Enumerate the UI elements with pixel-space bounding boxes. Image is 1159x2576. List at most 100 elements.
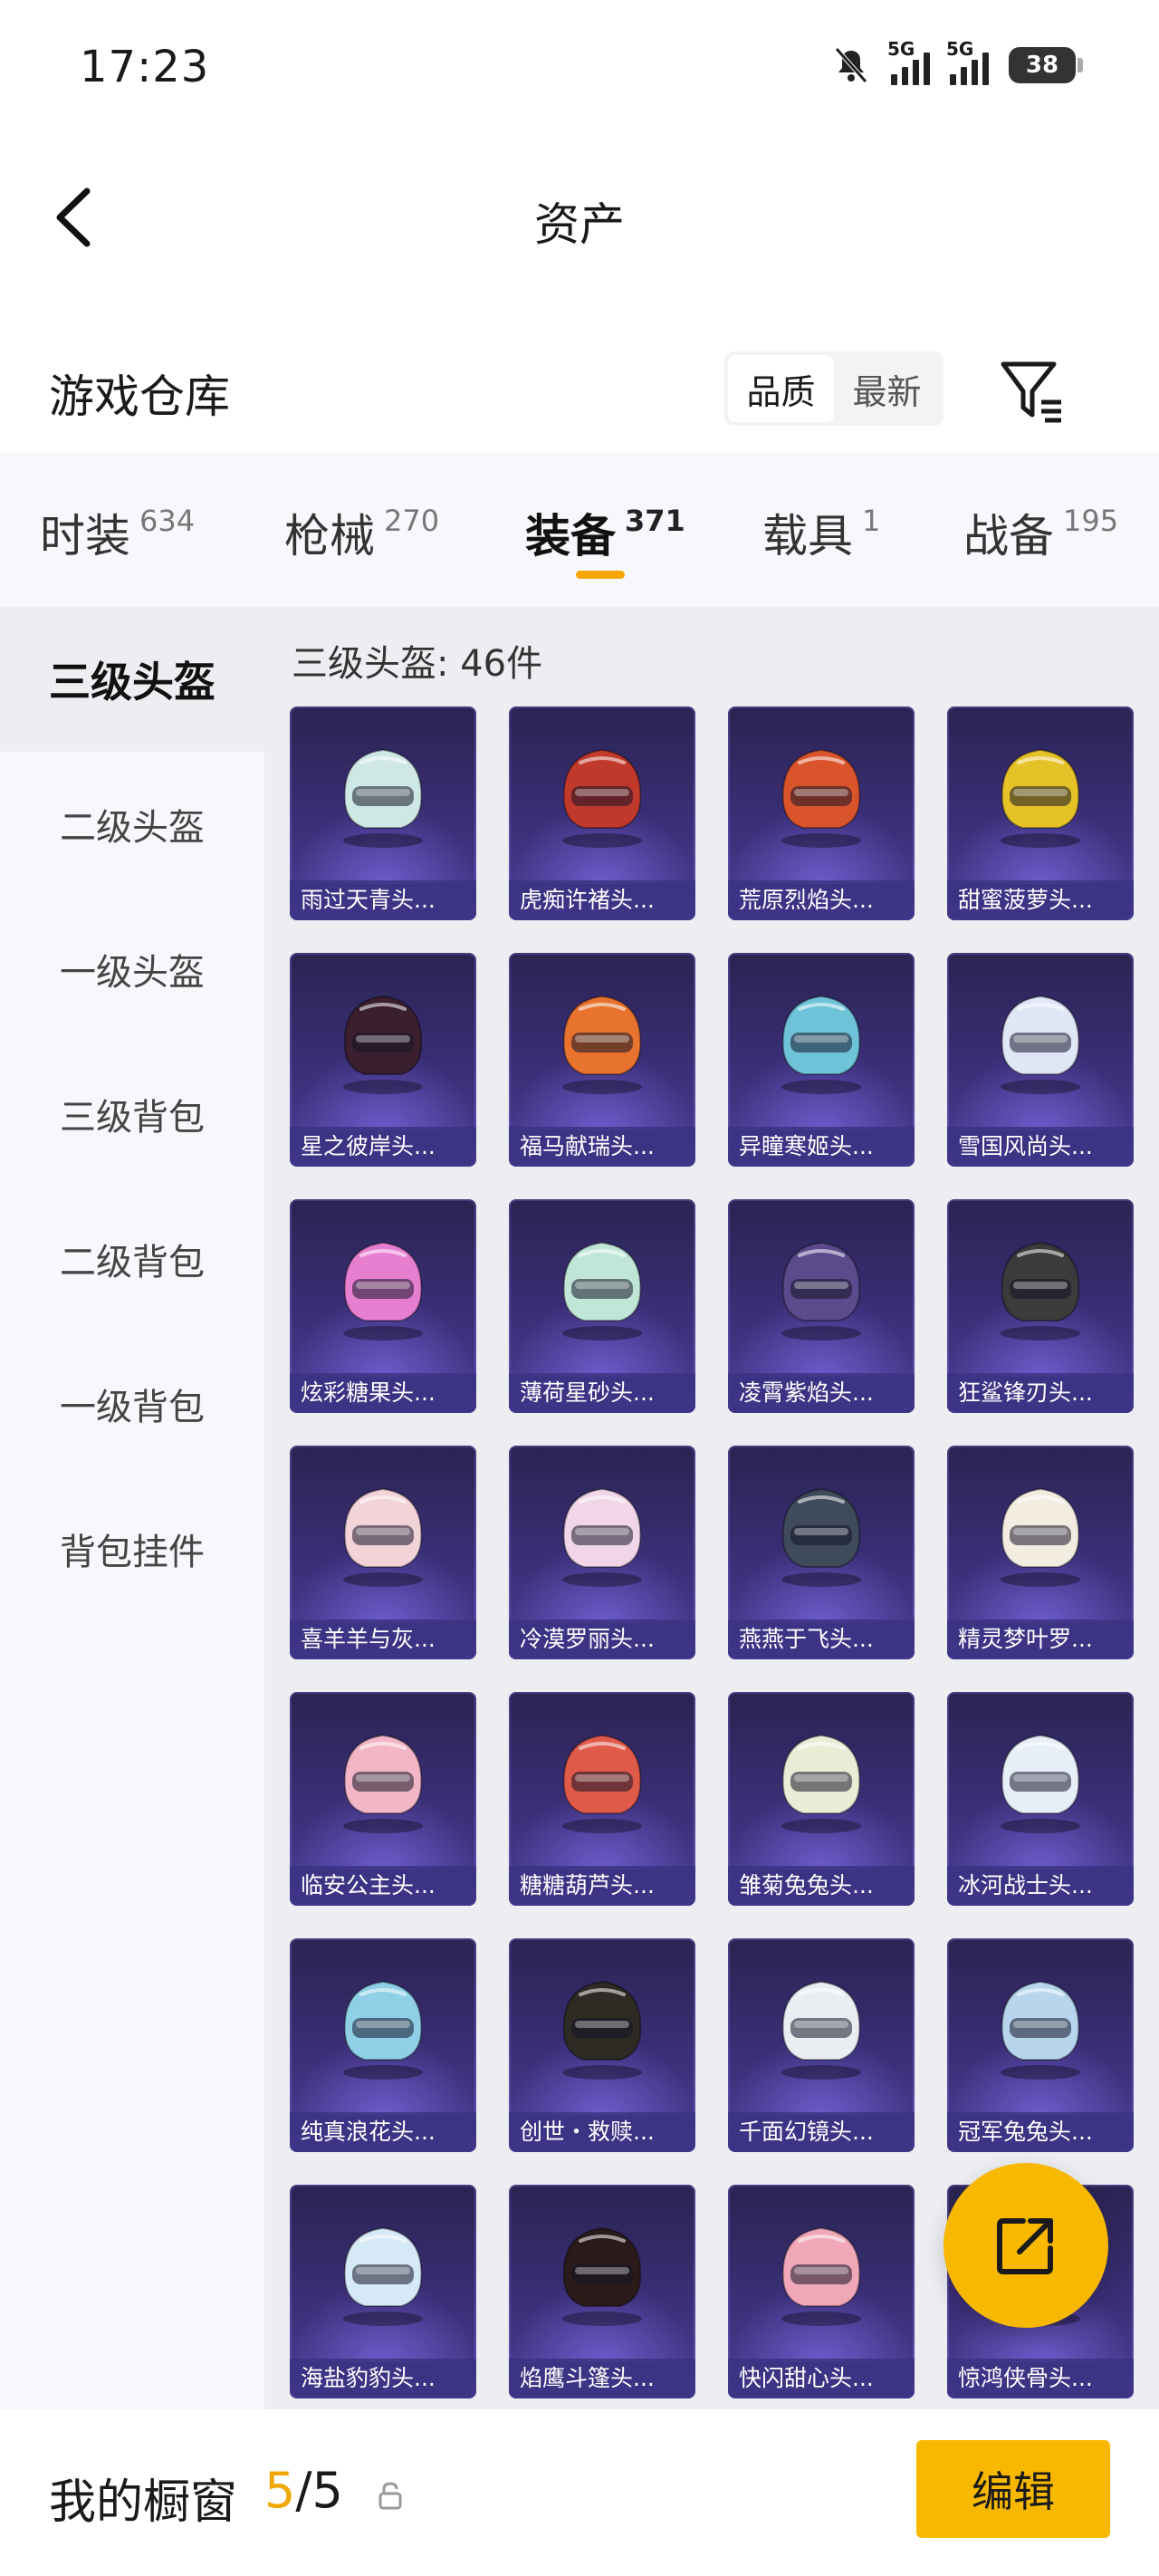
sidebar-item-backpack-charm[interactable]: 背包挂件 (0, 1476, 264, 1621)
sidebar-item-level3-helmet[interactable]: 三级头盔 (0, 607, 264, 752)
item-card[interactable]: 冠军兔兔头... (947, 1938, 1134, 2152)
item-card[interactable]: 创世・救赎... (509, 1938, 695, 2152)
item-name: 糖糖葫芦头... (509, 1866, 695, 1906)
item-card[interactable]: 冷漠罗丽头... (509, 1446, 695, 1659)
helmet-icon (781, 2226, 861, 2326)
sidebar-item-level2-helmet[interactable]: 二级头盔 (0, 752, 264, 897)
tab-label: 时装 (40, 510, 130, 562)
helmet-icon (1001, 1241, 1080, 1341)
item-name: 冠军兔兔头... (947, 2112, 1134, 2152)
status-time: 17:23 (80, 42, 210, 92)
helmet-icon (1001, 1734, 1080, 1833)
helmet-icon (781, 1241, 861, 1341)
showcase-total: /5 (295, 2462, 343, 2519)
tab-vehicles[interactable]: 载具 1 (762, 500, 880, 565)
item-card[interactable]: 凌霄紫焰头... (728, 1199, 915, 1413)
tab-count: 270 (384, 504, 440, 538)
helmet-icon (562, 1734, 642, 1833)
share-button[interactable] (943, 2163, 1108, 2328)
item-card[interactable]: 千面幻镜头... (728, 1938, 915, 2152)
tab-count: 634 (139, 504, 196, 538)
helmet-icon (781, 1980, 861, 2080)
sort-option-quality[interactable]: 品质 (728, 355, 834, 422)
sort-toggle: 品质 最新 (724, 351, 943, 426)
tab-supplies[interactable]: 战备 195 (963, 500, 1118, 565)
helmet-icon (343, 1734, 423, 1833)
showcase-label: 我的橱窗 (49, 2475, 238, 2530)
filter-button[interactable] (996, 355, 1068, 428)
tab-weapons[interactable]: 枪械 270 (284, 500, 439, 565)
category-tabs: 时装 634 枪械 270 装备 371 载具 1 战备 195 (0, 453, 1159, 607)
helmet-icon (562, 748, 642, 848)
item-name: 快闪甜心头... (728, 2359, 915, 2398)
item-name: 甜蜜菠萝头... (947, 880, 1134, 920)
item-card[interactable]: 荒原烈焰头... (728, 706, 915, 920)
item-card[interactable]: 雨过天青头... (290, 706, 476, 920)
item-card[interactable]: 雪国风尚头... (947, 953, 1134, 1167)
showcase-current: 5 (264, 2462, 296, 2519)
helmet-icon (781, 1487, 861, 1587)
helmet-icon (1001, 748, 1080, 848)
item-name: 惊鸿侠骨头... (947, 2359, 1134, 2398)
nav-header: 资产 (0, 145, 1159, 290)
helmet-icon (562, 1241, 642, 1341)
sidebar-item-level2-backpack[interactable]: 二级背包 (0, 1187, 264, 1331)
item-card[interactable]: 雏菊兔兔头... (728, 1692, 915, 1906)
helmet-icon (1001, 1487, 1080, 1587)
tab-count: 1 (862, 504, 881, 538)
share-icon (997, 2218, 1053, 2274)
sidebar-item-level1-helmet[interactable]: 一级头盔 (0, 897, 264, 1042)
item-name: 纯真浪花头... (290, 2112, 476, 2152)
item-name: 海盐豹豹头... (290, 2359, 476, 2398)
battery-icon: 38 (1009, 47, 1083, 83)
sidebar-item-level1-backpack[interactable]: 一级背包 (0, 1331, 264, 1476)
item-card[interactable]: 狂鲨锋刃头... (947, 1199, 1134, 1413)
tab-fashion[interactable]: 时装 634 (40, 500, 195, 565)
item-card[interactable]: 糖糖葫芦头... (509, 1692, 695, 1906)
item-card[interactable]: 临安公主头... (290, 1692, 476, 1906)
tab-label: 装备 (525, 510, 616, 562)
item-name: 雪国风尚头... (947, 1127, 1134, 1167)
item-card[interactable]: 虎痴许褚头... (509, 706, 695, 920)
sort-option-newest[interactable]: 最新 (834, 355, 940, 422)
tab-count: 195 (1063, 504, 1119, 538)
helmet-icon (562, 2226, 642, 2326)
helmet-icon (343, 2226, 423, 2326)
item-name: 精灵梦叶罗... (947, 1620, 1134, 1659)
item-name: 雏菊兔兔头... (728, 1866, 915, 1906)
item-card[interactable]: 焰鹰斗篷头... (509, 2185, 695, 2398)
item-card[interactable]: 福马献瑞头... (509, 953, 695, 1167)
item-name: 焰鹰斗篷头... (509, 2359, 695, 2398)
item-card[interactable]: 薄荷星砂头... (509, 1199, 695, 1413)
item-card[interactable]: 纯真浪花头... (290, 1938, 476, 2152)
tab-label: 载具 (762, 510, 853, 562)
status-bar: 17:23 5G 5G 38 (0, 0, 1159, 145)
item-card[interactable]: 燕燕于飞头... (728, 1446, 915, 1659)
item-name: 冷漠罗丽头... (509, 1620, 695, 1659)
item-name: 异瞳寒姬头... (728, 1127, 915, 1167)
helmet-icon (343, 995, 423, 1094)
item-card[interactable]: 甜蜜菠萝头... (947, 706, 1134, 920)
item-card[interactable]: 海盐豹豹头... (290, 2185, 476, 2398)
filter-icon (1001, 361, 1061, 423)
page-title: 资产 (534, 198, 625, 251)
sidebar-item-level3-backpack[interactable]: 三级背包 (0, 1042, 264, 1187)
tab-label: 战备 (963, 510, 1054, 562)
item-name: 福马献瑞头... (509, 1127, 695, 1167)
item-name: 临安公主头... (290, 1866, 476, 1906)
item-card[interactable]: 冰河战士头... (947, 1692, 1134, 1906)
helmet-icon (562, 1980, 642, 2080)
item-card[interactable]: 炫彩糖果头... (290, 1199, 476, 1413)
edit-button[interactable]: 编辑 (916, 2440, 1110, 2538)
item-card[interactable]: 快闪甜心头... (728, 2185, 915, 2398)
item-card[interactable]: 异瞳寒姬头... (728, 953, 915, 1167)
helmet-icon (1001, 1980, 1080, 2080)
item-name: 燕燕于飞头... (728, 1620, 915, 1659)
item-card[interactable]: 精灵梦叶罗... (947, 1446, 1134, 1659)
helmet-icon (562, 995, 642, 1094)
tab-equipment[interactable]: 装备 371 (525, 500, 685, 565)
item-card[interactable]: 喜羊羊与灰... (290, 1446, 476, 1659)
lock-icon (378, 2482, 402, 2510)
mute-bell-icon (835, 47, 867, 83)
item-card[interactable]: 星之彼岸头... (290, 953, 476, 1167)
